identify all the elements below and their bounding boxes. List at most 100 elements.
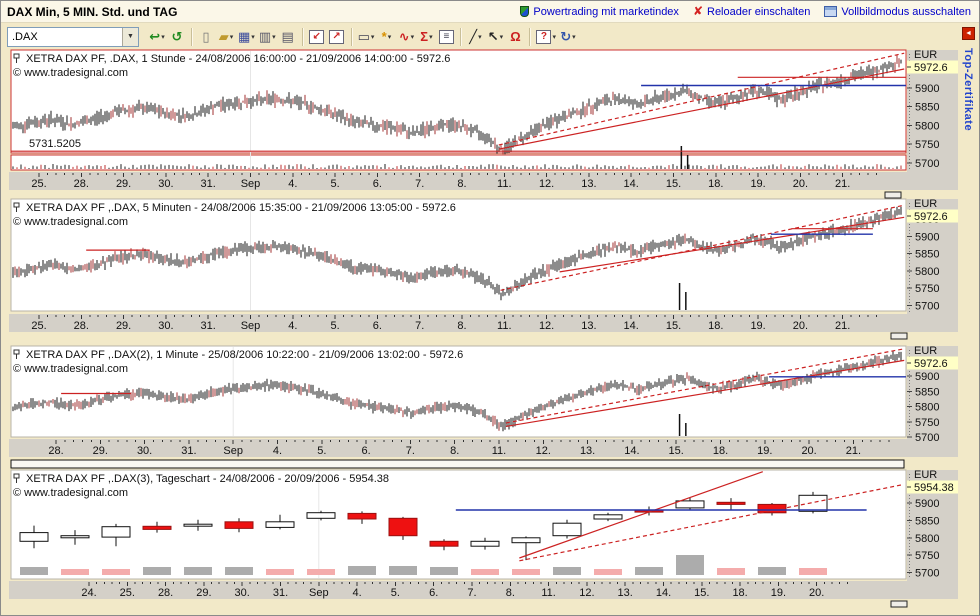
x-tick-label: 21. [835,178,850,190]
candle-body [799,495,827,511]
x-tick-label: 13. [618,587,633,599]
x-tick-label: 13. [581,178,596,190]
volume-bar [225,567,253,575]
chart-title: XETRA DAX PF ,.DAX, 5 Minuten - 24/08/20… [26,202,456,214]
x-tick-label: 28. [158,587,173,599]
volume-bar [20,567,48,575]
x-tick-label: 30. [235,587,250,599]
volume-bar [143,567,171,575]
x-tick-label: 29. [116,320,131,332]
x-tick-label: 4. [288,178,297,190]
x-tick-label: 30. [137,445,152,457]
date-axis-strip [9,314,958,332]
y-tick-label: 5850 [915,386,939,398]
volume-bar [184,567,212,575]
volume-bar [471,569,499,575]
last-price-label: 5972.6 [914,358,948,370]
chart-copyright: © www.tradesignal.com [13,216,128,228]
candle-body [471,541,499,546]
x-tick-label: 12. [536,445,551,457]
x-tick-label: 5. [331,178,340,190]
x-tick-label: 14. [624,178,639,190]
x-tick-label: 5. [317,445,326,457]
h-scroll-handle[interactable] [885,192,901,198]
chart-title: XETRA DAX PF, .DAX, 1 Stunde - 24/08/200… [26,53,450,65]
x-tick-label: 6. [429,587,438,599]
x-tick-label: 7. [415,178,424,190]
volume-bar [717,568,745,575]
h-scroll-handle[interactable] [891,333,907,339]
chart-copyright: © www.tradesignal.com [13,363,128,375]
x-tick-label: 29. [116,178,131,190]
volume-bar [758,567,786,575]
x-tick-label: 30. [158,320,173,332]
x-tick-label: 8. [506,587,515,599]
candle-body [717,502,745,504]
x-tick-label: 13. [581,320,596,332]
y-tick-label: 5850 [915,249,939,261]
x-tick-label: 28. [48,445,63,457]
volume-bar [799,568,827,575]
x-tick-label: 12. [539,178,554,190]
x-tick-label: 25. [31,178,46,190]
candle-body [348,513,376,519]
x-tick-label: 29. [93,445,108,457]
x-tick-label: 21. [835,320,850,332]
charts-canvas: 5731.5205EUR5950590058505800575057005972… [1,1,980,616]
collapse-panel-button[interactable]: ◄ [962,27,975,40]
y-tick-label: 5900 [915,498,939,510]
volume-bar [266,569,294,575]
candle-body [553,523,581,536]
x-tick-label: 5. [391,587,400,599]
y-tick-label: 5750 [915,417,939,429]
axis-currency-label: EUR [914,49,937,61]
x-tick-label: 15. [666,178,681,190]
y-tick-label: 5750 [915,283,939,295]
x-tick-label: 15. [669,445,684,457]
y-tick-label: 5700 [915,158,939,170]
x-tick-label: 31. [201,178,216,190]
price-pane [11,50,906,153]
volume-bar [676,555,704,575]
x-tick-label: 25. [120,587,135,599]
chart-copyright: © www.tradesignal.com [13,67,128,79]
x-tick-label: 20. [809,587,824,599]
h-scrollbar[interactable] [11,460,904,468]
price-pane [11,470,906,579]
x-tick-label: 15. [666,320,681,332]
chart-title: XETRA DAX PF ,.DAX(2), 1 Minute - 25/08/… [26,349,463,361]
h-scroll-handle[interactable] [891,601,907,607]
volume-bar [61,569,89,575]
y-tick-label: 5700 [915,568,939,580]
x-tick-label: 19. [750,178,765,190]
x-tick-label: 8. [457,178,466,190]
y-tick-label: 5800 [915,533,939,545]
volume-bar [307,569,335,575]
x-tick-label: 31. [273,587,288,599]
volume-bar [389,566,417,575]
chart-panel-dax-1h: 5731.5205EUR5950590058505800575057005972… [9,49,958,198]
x-tick-label: 4. [288,320,297,332]
x-tick-label: 19. [750,320,765,332]
x-tick-label: 11. [497,178,511,190]
volume-bar [635,567,663,575]
x-tick-label: 14. [624,445,639,457]
x-tick-label: 11. [541,587,555,599]
candle-body [512,538,540,543]
x-tick-label: 29. [196,587,211,599]
side-tab-top-zertifikate[interactable]: Top-Zertifikate [962,48,974,131]
x-tick-label: 18. [713,445,728,457]
x-tick-label: 7. [415,320,424,332]
x-tick-label: 19. [757,445,772,457]
candle-body [676,501,704,508]
x-tick-label: Sep [223,445,243,457]
x-tick-label: 8. [450,445,459,457]
x-tick-label: 4. [273,445,282,457]
x-tick-label: Sep [309,587,329,599]
chart-panel-dax-5min: EUR5950590058505800575057005972.625.28.2… [9,198,958,339]
x-tick-label: 15. [694,587,709,599]
candle-body [430,541,458,546]
x-tick-label: 12. [539,320,554,332]
y-tick-label: 5750 [915,550,939,562]
x-tick-label: 14. [656,587,671,599]
